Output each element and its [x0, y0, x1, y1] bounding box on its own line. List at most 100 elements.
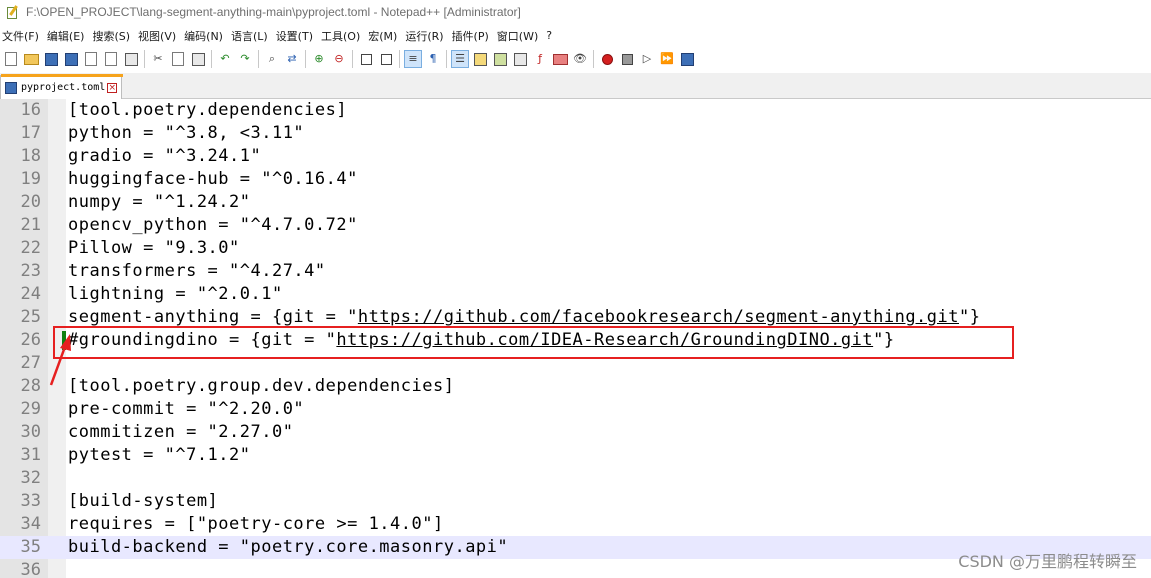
toolbar: ✂ ↶ ↷ ⌕ ⇄ ⊕ ⊖ ≡ ¶ ☰ ƒ 👁 ▷ ⏩ [0, 46, 1151, 72]
document-list-icon[interactable] [512, 51, 528, 67]
save-macro-icon[interactable] [679, 51, 695, 67]
editor-line[interactable]: 33 [build-system] [0, 490, 1151, 513]
line-number: 26 [20, 330, 41, 350]
menu-edit[interactable]: 编辑(E) [45, 28, 91, 44]
show-all-chars-icon[interactable]: ¶ [425, 51, 441, 67]
code-text[interactable]: pytest = "^7.1.2" [68, 444, 251, 467]
folder-workspace-icon[interactable] [552, 51, 568, 67]
user-language-icon[interactable] [472, 51, 488, 67]
indent-guide-icon[interactable]: ☰ [451, 50, 469, 68]
find-icon[interactable]: ⌕ [264, 51, 280, 67]
menu-file[interactable]: 文件(F) [0, 28, 45, 44]
paste-icon[interactable] [190, 51, 206, 67]
code-text[interactable]: pre-commit = "^2.20.0" [68, 398, 304, 421]
editor-line[interactable]: 29 pre-commit = "^2.20.0" [0, 398, 1151, 421]
code-text[interactable]: build-backend = "poetry.core.masonry.api… [68, 536, 508, 559]
line-number: 19 [20, 169, 41, 189]
code-text[interactable]: commitizen = "2.27.0" [68, 421, 293, 444]
tab-close-icon[interactable]: × [107, 82, 118, 93]
menu-run[interactable]: 运行(R) [403, 28, 449, 44]
close-file-icon[interactable] [83, 51, 99, 67]
editor-line[interactable]: 22 Pillow = "9.3.0" [0, 237, 1151, 260]
print-icon[interactable] [123, 51, 139, 67]
zoom-in-icon[interactable]: ⊕ [311, 51, 327, 67]
menu-tools[interactable]: 工具(O) [319, 28, 366, 44]
editor-line[interactable]: 28 [tool.poetry.group.dev.dependencies] [0, 375, 1151, 398]
menu-help[interactable]: ? [544, 29, 558, 42]
line-number: 22 [20, 238, 41, 258]
word-wrap-icon[interactable]: ≡ [404, 50, 422, 68]
redo-icon[interactable]: ↷ [237, 51, 253, 67]
code-segment: huggingface-hub = "^0.16.4" [68, 169, 358, 189]
run-macro-multiple-icon[interactable]: ⏩ [659, 51, 675, 67]
cut-icon[interactable]: ✂ [150, 51, 166, 67]
menu-view[interactable]: 视图(V) [136, 28, 182, 44]
line-number: 27 [20, 353, 41, 373]
code-segment: [tool.poetry.dependencies] [68, 100, 348, 120]
editor-line[interactable]: 18 gradio = "^3.24.1" [0, 145, 1151, 168]
code-text[interactable]: [build-system] [68, 490, 218, 513]
tab-pyproject-toml[interactable]: pyproject.toml × [0, 74, 123, 99]
undo-icon[interactable]: ↶ [217, 51, 233, 67]
save-all-icon[interactable] [63, 51, 79, 67]
watermark: CSDN @万里鹏程转瞬至 [958, 552, 1137, 571]
sync-horizontal-icon[interactable] [378, 51, 394, 67]
editor-line[interactable]: 19 huggingface-hub = "^0.16.4" [0, 168, 1151, 191]
menu-window[interactable]: 窗口(W) [495, 28, 544, 44]
close-all-icon[interactable] [103, 51, 119, 67]
code-text[interactable]: numpy = "^1.24.2" [68, 191, 251, 214]
code-text[interactable]: gradio = "^3.24.1" [68, 145, 261, 168]
editor-line[interactable]: 20 numpy = "^1.24.2" [0, 191, 1151, 214]
document-map-icon[interactable] [492, 51, 508, 67]
code-text[interactable]: lightning = "^2.0.1" [68, 283, 283, 306]
editor-line[interactable]: 24 lightning = "^2.0.1" [0, 283, 1151, 306]
menu-macro[interactable]: 宏(M) [366, 28, 403, 44]
toolbar-separator [446, 50, 447, 68]
menu-encoding[interactable]: 编码(N) [182, 28, 229, 44]
open-file-icon[interactable] [23, 51, 39, 67]
code-text[interactable]: [tool.poetry.group.dev.dependencies] [68, 375, 454, 398]
record-macro-icon[interactable] [599, 51, 615, 67]
editor-line[interactable]: 30 commitizen = "2.27.0" [0, 421, 1151, 444]
menu-plugins[interactable]: 插件(P) [450, 28, 495, 44]
menu-language[interactable]: 语言(L) [229, 28, 274, 44]
new-file-icon[interactable] [3, 51, 19, 67]
copy-icon[interactable] [170, 51, 186, 67]
code-url-link[interactable]: https://github.com/facebookresearch/segm… [358, 307, 959, 327]
annotation-arrow-icon [49, 334, 71, 386]
menu-search[interactable]: 搜索(S) [90, 28, 136, 44]
editor-line[interactable]: 21 opencv_python = "^4.7.0.72" [0, 214, 1151, 237]
editor-line[interactable]: 32 [0, 467, 1151, 490]
editor-line[interactable]: 16 [tool.poetry.dependencies] [0, 99, 1151, 122]
code-text[interactable]: opencv_python = "^4.7.0.72" [68, 214, 358, 237]
window-title: F:\OPEN_PROJECT\lang-segment-anything-ma… [26, 5, 521, 19]
toolbar-separator [305, 50, 306, 68]
editor-line[interactable]: 23 transformers = "^4.27.4" [0, 260, 1151, 283]
editor-line[interactable]: 17 python = "^3.8, <3.11" [0, 122, 1151, 145]
code-text[interactable]: python = "^3.8, <3.11" [68, 122, 304, 145]
menu-settings[interactable]: 设置(T) [274, 28, 319, 44]
replace-icon[interactable]: ⇄ [284, 51, 300, 67]
annotation-highlight-box [53, 326, 1014, 359]
code-text[interactable]: Pillow = "9.3.0" [68, 237, 240, 260]
save-icon[interactable] [43, 51, 59, 67]
monitoring-icon[interactable]: 👁 [572, 51, 588, 67]
line-number: 17 [20, 123, 41, 143]
line-number: 33 [20, 491, 41, 511]
editor-line[interactable]: 31 pytest = "^7.1.2" [0, 444, 1151, 467]
zoom-out-icon[interactable]: ⊖ [331, 51, 347, 67]
line-number: 36 [20, 560, 41, 578]
function-list-icon[interactable]: ƒ [532, 51, 548, 67]
code-text[interactable]: [tool.poetry.dependencies] [68, 99, 347, 122]
code-segment: pytest = "^7.1.2" [68, 445, 251, 465]
line-number: 35 [20, 537, 41, 557]
code-segment: [build-system] [68, 491, 219, 511]
playback-macro-icon[interactable]: ▷ [639, 51, 655, 67]
code-text[interactable]: huggingface-hub = "^0.16.4" [68, 168, 358, 191]
line-number: 23 [20, 261, 41, 281]
stop-record-icon[interactable] [619, 51, 635, 67]
editor-line[interactable]: 34 requires = ["poetry-core >= 1.4.0"] [0, 513, 1151, 536]
code-text[interactable]: transformers = "^4.27.4" [68, 260, 326, 283]
code-text[interactable]: requires = ["poetry-core >= 1.4.0"] [68, 513, 444, 536]
sync-vertical-icon[interactable] [358, 51, 374, 67]
